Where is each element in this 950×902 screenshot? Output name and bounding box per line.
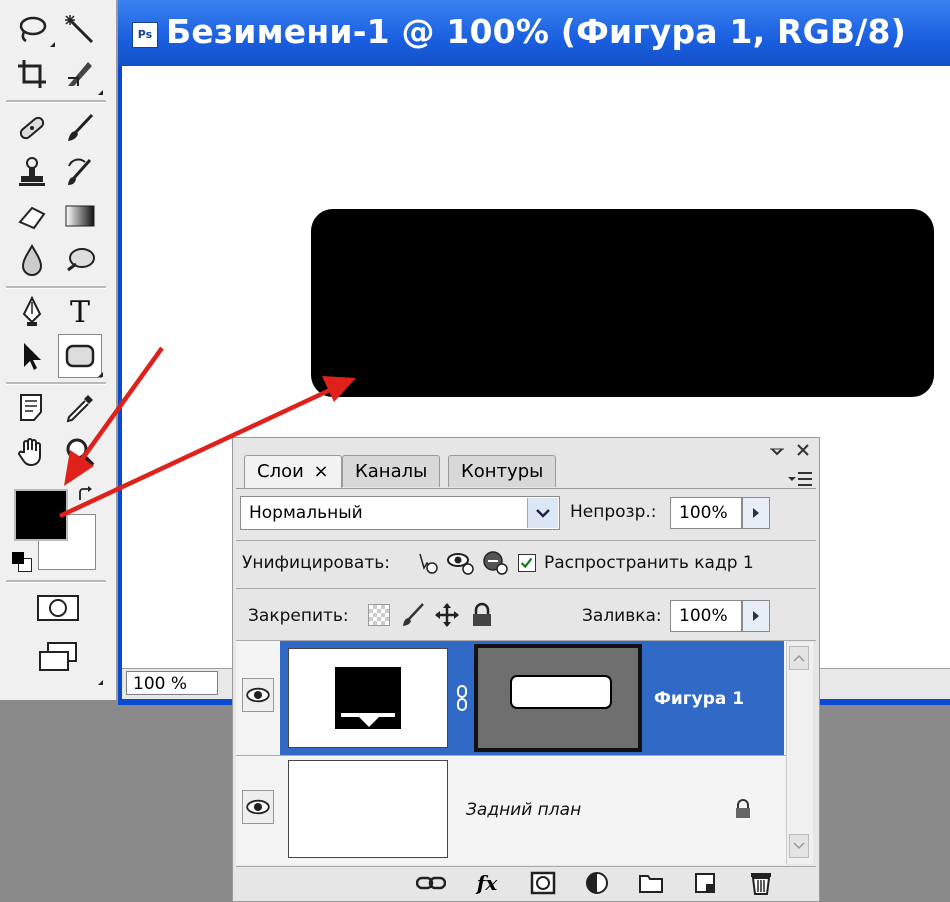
annotation-arrows [59, 346, 356, 519]
arrow-to-shape [59, 387, 331, 519]
arrow-head-1 [64, 450, 94, 486]
arrow-to-shape-tool [78, 346, 164, 464]
